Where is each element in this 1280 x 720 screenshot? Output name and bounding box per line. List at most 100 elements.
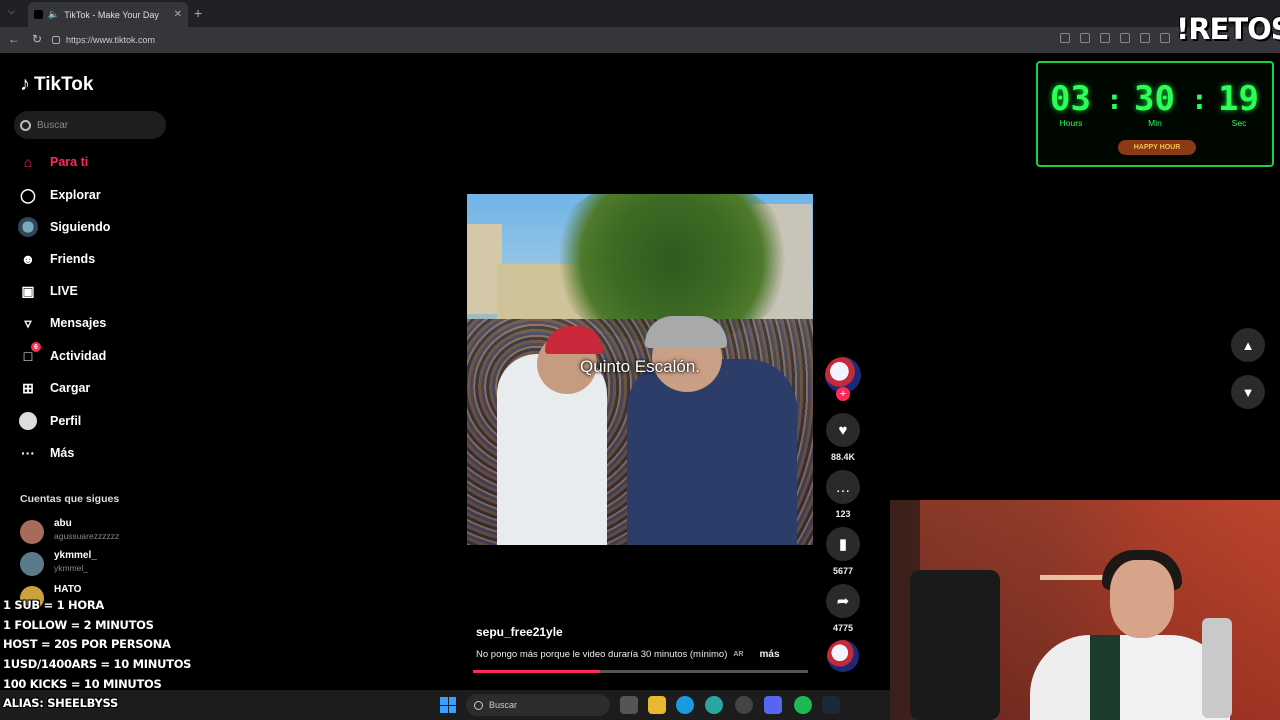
stream-brand: !RETOS (1176, 12, 1280, 46)
music-disc[interactable] (824, 640, 862, 672)
activity-badge: 6 (31, 342, 41, 352)
nav-item-perfil[interactable]: Perfil (18, 409, 168, 433)
nav-item-cargar[interactable]: ⊞ Cargar (18, 376, 168, 400)
nav-item-mas[interactable]: ··· Más (18, 441, 168, 465)
subathon-timer: 03 : 30 : 19 Hours Min Sec HAPPY HOUR (1036, 61, 1274, 167)
account-name: HATO (54, 584, 82, 595)
start-windows-icon[interactable] (440, 697, 456, 713)
nav-item-friends[interactable]: ☻ Friends (18, 247, 168, 271)
post-description: No pongo más porque le video duraría 30 … (476, 649, 780, 660)
url-text: https://www.tiktok.com (66, 35, 156, 45)
back-icon[interactable]: ← (8, 32, 20, 46)
tiktok-note-icon: ♪ (20, 73, 30, 95)
happy-hour-badge: HAPPY HOUR (1118, 140, 1196, 155)
rule-line: 1 SUB = 1 HORA (3, 598, 104, 612)
search-icon (20, 119, 31, 131)
task-view-icon[interactable] (620, 696, 638, 714)
more-link[interactable]: más (759, 649, 779, 660)
nav-label: Mensajes (50, 316, 107, 330)
live-tv-icon: ▣ (21, 282, 35, 299)
logo-text: TikTok (34, 73, 94, 95)
upload-plus-icon: ⊞ (22, 379, 34, 396)
close-tab-icon[interactable]: ✕ (174, 9, 182, 20)
spotify-icon[interactable] (794, 696, 812, 714)
nav-label: Actividad (50, 349, 107, 363)
account-handle: ykmmel_ (54, 563, 89, 573)
split-screen-icon[interactable] (1160, 33, 1170, 43)
avatar (20, 520, 44, 544)
previous-video-button[interactable]: ▲ (1231, 328, 1265, 362)
browser-icon[interactable] (705, 696, 723, 714)
nav-label: LIVE (50, 284, 78, 298)
file-explorer-icon[interactable] (648, 696, 666, 714)
like-button[interactable]: ♥ 88.4K (824, 413, 862, 462)
following-account[interactable]: ykmmel_ ykmmel_ (20, 550, 170, 578)
region-tag: AR (733, 651, 744, 658)
site-info-icon[interactable] (52, 36, 60, 44)
chevron-up-icon: ▲ (1241, 337, 1255, 353)
nav-label: Para ti (50, 155, 89, 169)
browser-tab[interactable]: 🔈 TikTok - Make Your Day ✕ (28, 2, 188, 27)
extensions-icon[interactable] (1140, 33, 1150, 43)
apps-icon[interactable] (1060, 33, 1070, 43)
more-dots-icon: ··· (21, 445, 35, 461)
nav-label: Siguiendo (50, 220, 111, 234)
tiktok-logo[interactable]: ♪ TikTok (20, 73, 93, 96)
home-icon: ⌂ (23, 154, 33, 170)
comment-count: 123 (835, 509, 851, 519)
following-account[interactable]: abu agussuarezzzzzz (20, 518, 170, 546)
share-button[interactable]: ➦ 4775 (824, 584, 862, 633)
avatar: + (825, 357, 861, 401)
obs-icon[interactable] (735, 696, 753, 714)
nav-item-live[interactable]: ▣ LIVE (18, 279, 168, 303)
follow-plus-icon[interactable]: + (836, 387, 850, 401)
rule-line: HOST = 20S POR PERSONA (3, 637, 171, 652)
tab-title: TikTok - Make Your Day (64, 9, 159, 20)
rule-line: ALIAS: SHEELBYSS (3, 696, 118, 711)
discord-icon[interactable] (764, 696, 782, 714)
following-avatar-icon (18, 217, 38, 237)
video-progress-bar[interactable] (473, 670, 808, 673)
tiktok-favicon-icon (34, 10, 43, 19)
nav-item-mensajes[interactable]: ▿ Mensajes (18, 311, 168, 335)
new-tab-icon[interactable]: + (194, 5, 202, 21)
search-input[interactable] (37, 119, 157, 131)
nav-label: Perfil (50, 414, 82, 428)
following-section-title: Cuentas que sigues (20, 493, 120, 505)
favorite-icon[interactable] (1120, 33, 1130, 43)
comment-icon: … (826, 470, 860, 504)
nav-item-actividad[interactable]: □ 6 Actividad (18, 342, 168, 368)
taskbar-search[interactable]: Buscar (466, 694, 610, 716)
nav-item-explorar[interactable]: ◯ Explorar (18, 183, 168, 207)
steam-icon[interactable] (822, 696, 840, 714)
edge-icon[interactable] (676, 696, 694, 714)
video-caption-overlay: Quinto Escalón. (579, 357, 700, 376)
zoom-icon[interactable] (1100, 33, 1110, 43)
min-label: Min (1148, 118, 1162, 128)
tab-list-chevron-icon[interactable]: ⌵ (8, 6, 15, 17)
compass-icon: ◯ (20, 186, 36, 203)
share-count: 4775 (832, 623, 854, 633)
search-box (14, 111, 166, 139)
comment-button[interactable]: … 123 (824, 470, 862, 519)
nav-label: Friends (50, 252, 96, 266)
address-bar[interactable]: https://www.tiktok.com (52, 30, 1192, 50)
chevron-down-icon: ▼ (1241, 384, 1255, 400)
toolbar-icons (1060, 33, 1170, 43)
like-count: 88.4K (830, 452, 856, 462)
stream-rules: 1 SUB = 1 HORA 1 FOLLOW = 2 MINUTOS HOST… (3, 596, 191, 714)
account-name: abu (54, 518, 72, 529)
speaker-icon[interactable]: 🔈 (48, 9, 59, 20)
nav-item-siguiendo[interactable]: Siguiendo (18, 215, 168, 239)
creator-avatar[interactable]: + (824, 357, 862, 401)
timer-minutes: 30 (1134, 79, 1175, 119)
post-author[interactable]: sepu_free21yle (476, 625, 563, 639)
nav-item-para-ti[interactable]: ⌂ Para ti (18, 150, 168, 174)
video-player[interactable]: Quinto Escalón. (467, 194, 813, 545)
account-name: ykmmel_ (54, 550, 97, 561)
translate-icon[interactable] (1080, 33, 1090, 43)
save-button[interactable]: ▮ 5677 (824, 527, 862, 576)
timer-seconds: 19 (1218, 79, 1259, 119)
reload-icon[interactable]: ↻ (32, 32, 42, 46)
next-video-button[interactable]: ▼ (1231, 375, 1265, 409)
